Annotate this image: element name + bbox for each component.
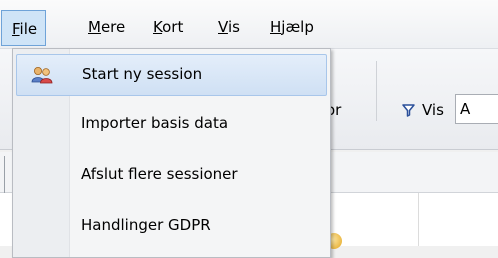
- panel-edge: [4, 156, 5, 194]
- menu-vis-rest: is: [227, 18, 240, 36]
- menu-item-afslut-flere-sessioner[interactable]: Afslut flere sessioner: [16, 155, 327, 197]
- menu-bar: File Mere Kort Vis Hjælp: [0, 0, 498, 49]
- menu-item-label: Start ny session: [82, 65, 203, 83]
- menu-file-rest: ile: [19, 20, 38, 38]
- menu-item-handlinger-gdpr[interactable]: Handlinger GDPR: [16, 206, 327, 248]
- menu-mere-rest: ere: [100, 18, 126, 36]
- vis-label: Vis: [422, 101, 444, 119]
- content-divider: [418, 193, 419, 246]
- users-icon: [31, 67, 53, 84]
- toolbar-separator: [376, 61, 377, 121]
- menu-mere[interactable]: Mere: [84, 14, 129, 40]
- menu-hjaelp-rest: jælp: [281, 18, 314, 36]
- menu-file-mnemonic: F: [12, 20, 20, 38]
- vis-select[interactable]: A: [455, 94, 498, 124]
- menu-item-importer-basis-data[interactable]: Importer basis data: [16, 104, 327, 146]
- menu-item-label: Handlinger GDPR: [81, 216, 211, 234]
- file-menu-dropdown: Start ny session Importer basis data Afs…: [12, 48, 331, 258]
- menu-hjaelp-mnemonic: H: [270, 18, 282, 36]
- menu-kort[interactable]: Kort: [149, 14, 187, 40]
- menu-item-label: Importer basis data: [81, 114, 229, 132]
- filter-icon[interactable]: [402, 104, 415, 117]
- menu-vis-mnemonic: V: [218, 18, 228, 36]
- menu-kort-mnemonic: K: [153, 18, 163, 36]
- menu-vis[interactable]: Vis: [214, 14, 244, 40]
- menu-kort-rest: ort: [162, 18, 184, 36]
- menu-item-start-ny-session[interactable]: Start ny session: [16, 54, 327, 96]
- menu-hjaelp[interactable]: Hjælp: [266, 14, 318, 40]
- menu-file[interactable]: File: [1, 10, 47, 46]
- menu-item-label: Afslut flere sessioner: [81, 165, 238, 183]
- menu-mere-mnemonic: M: [88, 18, 101, 36]
